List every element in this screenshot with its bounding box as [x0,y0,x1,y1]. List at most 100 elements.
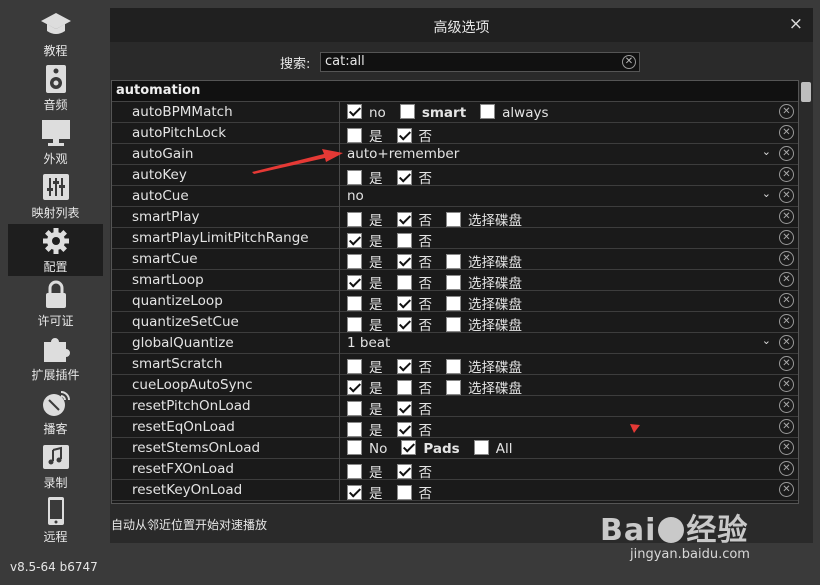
checkbox[interactable] [396,275,412,290]
checkbox[interactable] [396,317,412,332]
option-choice[interactable]: 选择碟盘 [446,291,532,313]
option-choice[interactable]: 否 [396,459,443,481]
option-choice[interactable]: 是 [347,291,393,313]
checkbox[interactable] [401,440,417,455]
checkbox[interactable] [396,380,412,395]
sidebar-item-8[interactable]: 录制 [8,440,103,492]
close-button[interactable]: × [789,14,803,34]
option-choice[interactable]: 是 [347,207,393,229]
checkbox[interactable] [347,170,362,185]
chevron-down-icon[interactable]: ⌄ [762,334,771,347]
checkbox[interactable] [446,380,461,395]
option-choice[interactable]: 是 [347,123,393,145]
option-choice[interactable]: 是 [347,165,393,187]
scrollbar[interactable] [800,80,812,504]
reset-option-icon[interactable]: ✕ [779,482,794,497]
option-choice[interactable]: 否 [396,123,443,145]
checkbox[interactable] [396,485,412,500]
option-choice[interactable]: 否 [396,270,443,292]
checkbox[interactable] [347,254,362,269]
checkbox[interactable] [347,401,362,416]
checkbox[interactable] [396,170,412,185]
option-choice[interactable]: Pads [401,438,469,457]
checkbox[interactable] [399,104,415,119]
option-choice[interactable]: 选择碟盘 [446,249,532,271]
option-choice[interactable]: 是 [347,459,393,481]
reset-option-icon[interactable]: ✕ [779,440,794,455]
sidebar-item-7[interactable]: 播客 [8,386,103,438]
checkbox[interactable] [347,275,362,290]
reset-option-icon[interactable]: ✕ [779,377,794,392]
option-choice[interactable]: 选择碟盘 [446,312,532,334]
reset-option-icon[interactable]: ✕ [779,209,794,224]
checkbox[interactable] [347,440,362,455]
reset-option-icon[interactable]: ✕ [779,335,794,350]
option-choice[interactable]: 否 [396,375,443,397]
checkbox[interactable] [446,254,461,269]
option-choice[interactable]: 否 [396,291,443,313]
option-choice[interactable]: 是 [347,375,393,397]
checkbox[interactable] [347,317,362,332]
option-choice[interactable]: 否 [396,312,443,334]
reset-option-icon[interactable]: ✕ [779,356,794,371]
option-choice[interactable]: 否 [396,396,443,418]
reset-option-icon[interactable]: ✕ [779,125,794,140]
sidebar-item-3[interactable]: 映射列表 [8,170,103,222]
checkbox[interactable] [446,359,461,374]
checkbox[interactable] [347,380,362,395]
checkbox[interactable] [347,464,362,479]
checkbox[interactable] [396,296,412,311]
option-choice[interactable]: 选择碟盘 [446,354,532,376]
reset-option-icon[interactable]: ✕ [779,230,794,245]
reset-option-icon[interactable]: ✕ [779,461,794,476]
dropdown-value[interactable]: 1 beat [347,333,390,351]
chevron-down-icon[interactable]: ⌄ [762,187,771,200]
checkbox[interactable] [347,212,362,227]
checkbox[interactable] [347,422,362,437]
sidebar-item-2[interactable]: 外观 [8,116,103,168]
reset-option-icon[interactable]: ✕ [779,251,794,266]
checkbox[interactable] [396,422,412,437]
option-choice[interactable]: 是 [347,354,393,376]
option-choice[interactable]: 选择碟盘 [446,207,532,229]
dropdown-value[interactable]: auto+remember [347,144,459,162]
option-choice[interactable]: 是 [347,249,393,271]
sidebar-item-9[interactable]: 远程 [8,494,103,546]
scrollbar-thumb[interactable] [801,82,811,102]
checkbox[interactable] [480,104,496,119]
checkbox[interactable] [396,233,412,248]
sidebar-item-1[interactable]: 音频 [8,62,103,114]
option-choice[interactable]: All [473,438,523,457]
option-choice[interactable]: No [347,438,397,457]
clear-search-icon[interactable]: ✕ [622,55,636,69]
option-choice[interactable]: always [480,102,558,121]
checkbox[interactable] [396,464,412,479]
option-choice[interactable]: 是 [347,417,393,439]
checkbox[interactable] [396,212,412,227]
reset-option-icon[interactable]: ✕ [779,146,794,161]
option-choice[interactable]: 选择碟盘 [446,375,532,397]
option-choice[interactable]: 否 [396,228,443,250]
chevron-down-icon[interactable]: ⌄ [762,145,771,158]
dropdown-value[interactable]: no [347,186,364,204]
option-choice[interactable]: 否 [396,417,443,439]
option-choice[interactable]: 是 [347,312,393,334]
option-choice[interactable]: 否 [396,249,443,271]
checkbox[interactable] [446,317,461,332]
search-input[interactable]: cat:all ✕ [320,52,640,72]
sidebar-item-6[interactable]: 扩展插件 [8,332,103,384]
option-choice[interactable]: 否 [396,480,443,502]
checkbox[interactable] [473,440,489,455]
checkbox[interactable] [347,359,362,374]
reset-option-icon[interactable]: ✕ [779,314,794,329]
option-choice[interactable]: 选择碟盘 [446,270,532,292]
checkbox[interactable] [347,233,362,248]
option-choice[interactable]: smart [399,102,476,121]
option-choice[interactable]: 否 [396,354,443,376]
option-choice[interactable]: 是 [347,480,393,502]
checkbox[interactable] [396,254,412,269]
checkbox[interactable] [347,485,362,500]
checkbox[interactable] [347,104,362,119]
reset-option-icon[interactable]: ✕ [779,398,794,413]
reset-option-icon[interactable]: ✕ [779,293,794,308]
